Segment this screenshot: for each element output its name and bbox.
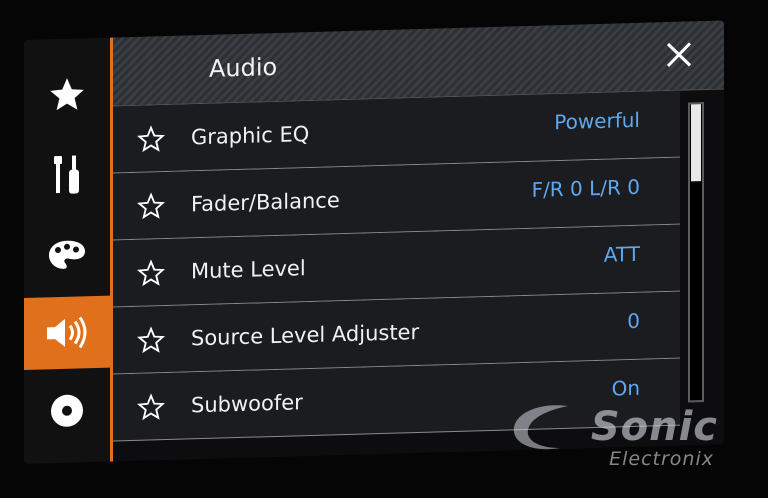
list-item-value: 0: [627, 308, 640, 334]
list-item-label: Mute Level: [191, 256, 306, 284]
sidebar: [24, 37, 113, 464]
tools-icon: [54, 155, 79, 194]
list-item-label: Fader/Balance: [191, 188, 340, 217]
scrollbar[interactable]: [688, 102, 704, 403]
star-outline-icon[interactable]: [137, 326, 165, 355]
disc-icon: [51, 394, 83, 427]
list-item-value: Powerful: [554, 107, 640, 135]
watermark-line2: Electronix: [609, 448, 714, 470]
star-outline-icon[interactable]: [137, 125, 165, 154]
sidebar-item-video[interactable]: [24, 374, 110, 448]
sidebar-item-audio[interactable]: [24, 295, 110, 370]
swoosh-icon: [513, 405, 568, 450]
watermark-logo: Sonic Electronix: [508, 398, 728, 474]
page-title: Audio: [209, 52, 278, 83]
list-item-label: Subwoofer: [191, 390, 303, 418]
list-item-value: F/R 0 L/R 0: [531, 174, 640, 202]
watermark-line1: Sonic: [590, 404, 718, 450]
sidebar-item-theme[interactable]: [24, 218, 110, 292]
star-outline-icon[interactable]: [137, 393, 165, 422]
list-item-label: Source Level Adjuster: [191, 319, 420, 351]
list-item-value: On: [611, 375, 640, 401]
close-icon: [666, 42, 692, 68]
star-outline-icon[interactable]: [137, 192, 165, 221]
star-outline-icon[interactable]: [137, 259, 165, 288]
palette-icon: [49, 240, 85, 269]
list-item-label: Graphic EQ: [191, 122, 310, 150]
sidebar-item-favorites[interactable]: [24, 58, 110, 132]
star-icon: [50, 78, 84, 111]
sidebar-item-system[interactable]: [24, 138, 110, 212]
list-item-value: ATT: [603, 241, 640, 267]
speaker-icon: [47, 316, 87, 349]
scrollbar-thumb[interactable]: [691, 104, 701, 182]
close-button[interactable]: [664, 39, 694, 70]
